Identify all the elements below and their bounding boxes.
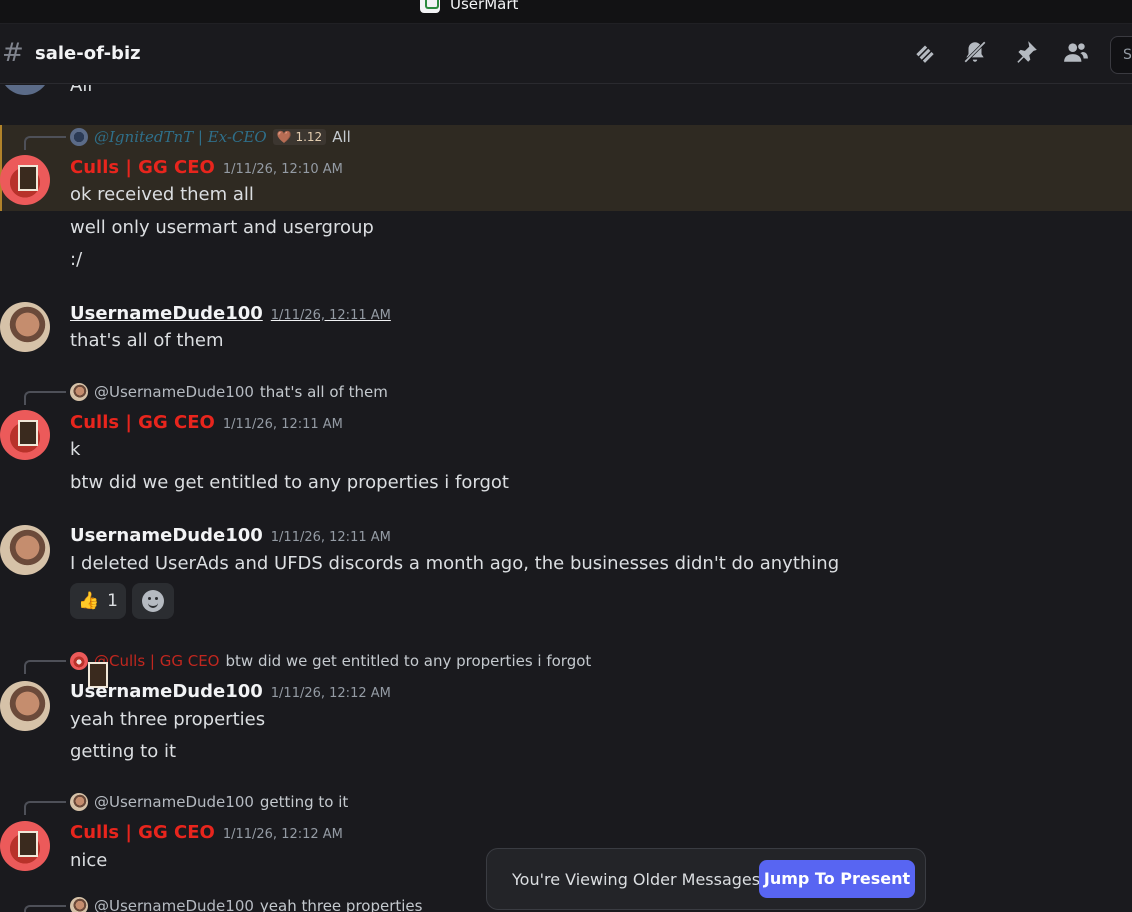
reply-preview[interactable]: @UsernameDude100 getting to it: [70, 793, 348, 811]
reply-preview[interactable]: @Culls | GG CEO btw did we get entitled …: [70, 652, 591, 670]
reply-avatar: [70, 652, 88, 670]
author-name[interactable]: Culls | GG CEO: [70, 822, 215, 843]
reply-preview[interactable]: @UsernameDude100 yeah three properties: [70, 897, 422, 912]
message-timestamp: 1/11/26, 12:11 AM: [222, 417, 343, 432]
reply-text: getting to it: [259, 793, 349, 811]
jump-to-present-button[interactable]: Jump To Present: [759, 860, 915, 898]
message-text: ok received them all: [70, 184, 254, 205]
message-timestamp: 1/11/26, 12:12 AM: [270, 686, 391, 701]
message-text: All: [70, 85, 93, 96]
search-input[interactable]: S: [1110, 36, 1132, 74]
message-author[interactable]: Culls | GG CEO 1/11/26, 12:12 AM: [70, 822, 343, 843]
reply-author[interactable]: @IgnitedTnT | Ex-CEO: [94, 128, 267, 146]
message-text: well only usermart and usergroup: [70, 217, 374, 238]
message-list: All @IgnitedTnT | Ex-CEO 🤎 1.12 All Cull…: [0, 85, 1132, 912]
reply-spine: [24, 801, 66, 815]
reply-spine: [24, 136, 66, 150]
message-author[interactable]: Culls | GG CEO 1/11/26, 12:10 AM: [70, 157, 343, 178]
message-text: nice: [70, 850, 108, 871]
channel-hash-icon: #: [2, 38, 24, 68]
avatar[interactable]: [0, 681, 50, 731]
reply-avatar: [70, 383, 88, 401]
message-text: k: [70, 439, 81, 460]
older-messages-bar: You're Viewing Older Messages Jump To Pr…: [486, 848, 926, 910]
reply-avatar: [70, 793, 88, 811]
message-timestamp: 1/11/26, 12:10 AM: [222, 162, 343, 177]
avatar[interactable]: [0, 302, 50, 352]
author-name[interactable]: Culls | GG CEO: [70, 157, 215, 178]
reactions: 👍 1: [70, 583, 174, 619]
reply-text: yeah three properties: [259, 897, 423, 912]
reaction-count: 1: [107, 591, 118, 611]
reply-author[interactable]: @Culls | GG CEO: [94, 652, 220, 670]
thumbs-up-icon: 👍: [78, 591, 100, 611]
smile-icon: [142, 590, 164, 612]
threads-icon[interactable]: [912, 39, 942, 69]
reply-avatar: [70, 128, 88, 146]
author-name[interactable]: Culls | GG CEO: [70, 412, 215, 433]
reply-text: All: [332, 128, 351, 146]
avatar[interactable]: [0, 525, 50, 575]
guild-tag: 🤎 1.12: [272, 129, 327, 145]
message-author[interactable]: Culls | GG CEO 1/11/26, 12:11 AM: [70, 412, 343, 433]
author-name[interactable]: UsernameDude100: [70, 681, 263, 702]
usermart-logo-icon: [420, 0, 440, 13]
channel-name: sale-of-biz: [35, 43, 141, 64]
pin-icon[interactable]: [1013, 39, 1043, 69]
avatar[interactable]: [0, 821, 50, 871]
message-timestamp: 1/11/26, 12:11 AM: [270, 308, 391, 323]
message-text: that's all of them: [70, 330, 224, 351]
message-timestamp: 1/11/26, 12:11 AM: [270, 530, 391, 545]
avatar[interactable]: [0, 410, 50, 460]
author-name[interactable]: UsernameDude100: [70, 525, 263, 546]
reply-avatar: [70, 897, 88, 912]
reply-author[interactable]: @UsernameDude100: [94, 897, 254, 912]
message-author[interactable]: UsernameDude100 1/11/26, 12:11 AM: [70, 303, 391, 324]
message-author[interactable]: UsernameDude100 1/11/26, 12:12 AM: [70, 681, 391, 702]
message-timestamp: 1/11/26, 12:12 AM: [222, 827, 343, 842]
avatar[interactable]: [0, 85, 50, 95]
reply-author[interactable]: @UsernameDude100: [94, 793, 254, 811]
message-text: :/: [70, 249, 83, 270]
add-reaction-button[interactable]: [132, 583, 174, 619]
message-text: getting to it: [70, 741, 177, 762]
author-name[interactable]: UsernameDude100: [70, 303, 263, 324]
reply-preview[interactable]: @IgnitedTnT | Ex-CEO 🤎 1.12 All: [70, 128, 351, 146]
reply-text: that's all of them: [259, 383, 388, 401]
reply-preview[interactable]: @UsernameDude100 that's all of them: [70, 383, 388, 401]
reply-spine: [24, 905, 66, 912]
app-title: UserMart: [420, 0, 518, 13]
window-title: UserMart: [450, 0, 519, 13]
message-text: yeah three properties: [70, 709, 266, 730]
avatar[interactable]: [0, 155, 50, 205]
message-text: btw did we get entitled to any propertie…: [70, 472, 509, 493]
reply-spine: [24, 391, 66, 405]
message-text: I deleted UserAds and UFDS discords a mo…: [70, 553, 840, 574]
older-messages-label: You're Viewing Older Messages: [512, 870, 761, 889]
reply-author[interactable]: @UsernameDude100: [94, 383, 254, 401]
members-icon[interactable]: [1063, 39, 1093, 69]
reply-spine: [24, 660, 66, 674]
channel-header: # sale-of-biz S: [0, 25, 1132, 84]
reply-text: btw did we get entitled to any propertie…: [225, 652, 592, 670]
mute-bell-icon[interactable]: [962, 39, 992, 69]
message-author[interactable]: UsernameDude100 1/11/26, 12:11 AM: [70, 525, 391, 546]
reaction-thumbs-up[interactable]: 👍 1: [70, 583, 126, 619]
title-bar: UserMart: [0, 0, 1132, 24]
